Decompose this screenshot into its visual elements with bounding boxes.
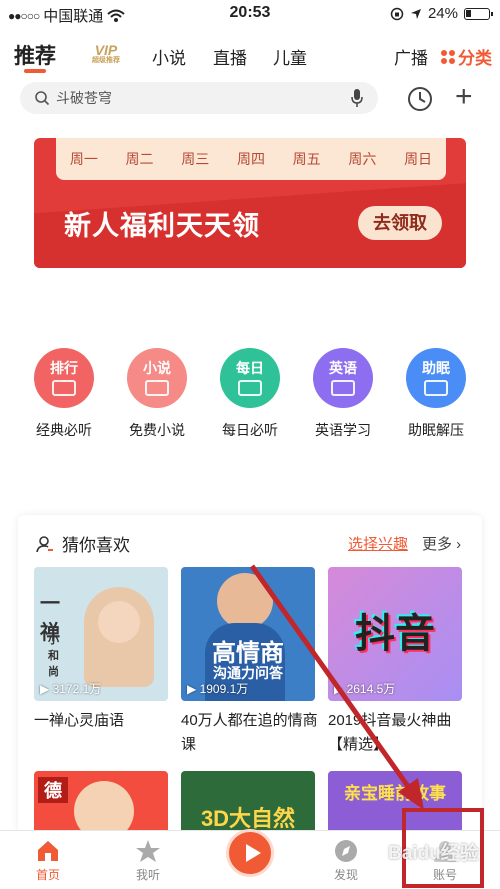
rotation-lock-icon [390,7,404,20]
guess-you-like-section: 猜你喜欢 选择兴趣 更多 › 一禅 小和尚 ▶ 3172.1万 高情商 沟通力问… [18,515,482,835]
tab-live[interactable]: 直播 [213,44,247,69]
album-cover[interactable]: 德 [34,771,168,835]
sleep-icon: 助眠 [406,348,466,408]
star-icon [136,840,160,862]
weekday-strip: 周一 周二 周三 周四 周五 周六 周日 [56,138,446,180]
status-bar: ●●○○○ 中国联通 20:53 24% [0,0,500,28]
location-icon [410,8,421,19]
shortcut-english[interactable]: 英语 英语学习 [303,348,383,440]
novel-icon: 小说 [127,348,187,408]
user-like-icon [36,535,53,552]
category-button[interactable]: 分类 [441,44,492,69]
weekday: 周五 [292,152,321,168]
shortcut-sleep[interactable]: 助眠 助眠解压 [396,348,476,440]
search-bar[interactable]: 斗破苍穹 [20,82,378,114]
tab-label: 我听 [135,868,160,882]
album-cover[interactable]: 抖音 ▶ 2614.5万 [328,567,462,701]
top-nav: 推荐 VIP 超级推荐 小说 直播 儿童 广播 分类 [0,36,500,76]
album-cover[interactable]: 3D大自然 [181,771,315,835]
vip-sub-label: 超级推荐 [92,57,120,64]
shortcut-label: 经典必听 [36,422,92,438]
tab-kids[interactable]: 儿童 [273,44,307,69]
tab-discover[interactable]: 发现 [316,839,376,883]
weekday: 周四 [236,152,265,168]
calendar-icon: 每日 [220,348,280,408]
tab-novel[interactable]: 小说 [152,44,186,69]
tab-listen[interactable]: 我听 [118,839,178,883]
album-cover[interactable]: 高情商 沟通力问答 ▶ 1909.1万 [181,567,315,701]
grid-icon [441,49,455,64]
shortcut-label: 助眠解压 [408,422,464,438]
album-cover[interactable]: 一禅 小和尚 ▶ 3172.1万 [34,567,168,701]
ranking-icon: 排行 [34,348,94,408]
vip-tab[interactable]: VIP 超级推荐 [86,42,126,70]
weekday: 周一 [69,152,98,168]
shortcut-daily[interactable]: 每日 每日必听 [210,348,290,440]
section-header: 猜你喜欢 [36,531,130,556]
album-title[interactable]: 一禅心灵庙语 [34,709,174,733]
play-count: ▶ 2614.5万 [334,682,396,696]
history-icon[interactable] [406,85,434,113]
shortcut-ranking[interactable]: 排行 经典必听 [24,348,104,440]
search-icon [35,91,50,106]
add-icon[interactable]: + [455,82,473,112]
album-title[interactable]: 40万人都在追的情商课 [181,709,321,757]
battery-percent: 24% [427,5,458,22]
tab-recommend[interactable]: 推荐 [14,40,56,70]
watermark: Baidu经验 [388,843,479,864]
active-tab-indicator [24,69,46,73]
banner-title: 新人福利天天领 [64,211,260,242]
choose-interest-link[interactable]: 选择兴趣 [348,533,408,554]
album-title[interactable]: 2019抖音最火神曲【精选】 [328,709,468,757]
tab-label: 首页 [35,868,60,882]
play-count: ▶ 3172.1万 [40,682,102,696]
shortcut-label: 每日必听 [222,422,278,438]
section-title: 猜你喜欢 [62,536,130,555]
tab-home[interactable]: 首页 [18,839,78,883]
battery-icon [464,7,493,20]
microphone-icon[interactable] [350,88,364,108]
shortcut-label: 免费小说 [129,422,185,438]
weekday: 周二 [125,152,154,168]
tab-label: 发现 [333,868,358,882]
shortcut-label: 英语学习 [315,422,371,438]
weekday: 周日 [404,152,433,168]
weekday: 周三 [181,152,210,168]
more-link[interactable]: 更多 › [422,533,461,554]
weekday: 周六 [348,152,377,168]
claim-button[interactable]: 去领取 [358,206,442,240]
play-button[interactable] [226,829,274,877]
search-placeholder: 斗破苍穹 [56,90,112,106]
shortcut-novel[interactable]: 小说 免费小说 [117,348,197,440]
welfare-banner[interactable]: 周一 周二 周三 周四 周五 周六 周日 新人福利天天领 去领取 [34,138,466,268]
compass-icon [335,840,357,862]
tab-radio[interactable]: 广播 [394,44,428,69]
english-icon: 英语 [313,348,373,408]
category-label: 分类 [458,49,492,68]
home-icon [38,841,58,861]
play-count: ▶ 1909.1万 [187,682,249,696]
